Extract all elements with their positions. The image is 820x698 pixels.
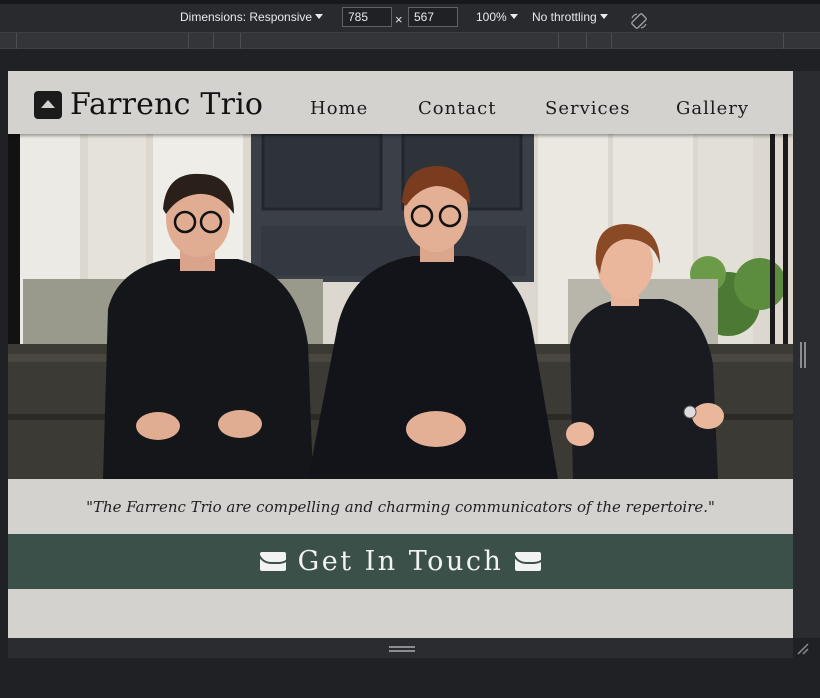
hero-photo (8, 134, 793, 479)
get-in-touch-button[interactable]: Get In Touch (8, 534, 793, 589)
nav-contact[interactable]: Contact (418, 98, 496, 119)
envelope-icon (515, 552, 542, 571)
testimonial-quote: "The Farrenc Trio are compelling and cha… (86, 497, 715, 516)
zoom-dropdown[interactable]: 100% (476, 10, 518, 24)
nav-home[interactable]: Home (310, 98, 368, 119)
rotate-icon[interactable] (630, 12, 648, 30)
corner-resize-icon[interactable] (796, 642, 810, 656)
vertical-resize-grip[interactable] (800, 342, 806, 368)
media-query-ruler[interactable] (0, 32, 820, 50)
height-input[interactable] (408, 7, 458, 27)
horizontal-resize-grip[interactable] (389, 646, 415, 652)
right-resize-rail[interactable] (793, 71, 820, 638)
device-toolbar: Dimensions: Responsive × 100% No throttl… (0, 4, 820, 32)
dimensions-dropdown[interactable]: Dimensions: Responsive (180, 10, 324, 24)
times-separator: × (395, 12, 403, 27)
throttling-dropdown[interactable]: No throttling (532, 10, 608, 24)
zoom-label: 100% (476, 10, 507, 24)
dimensions-label: Dimensions: Responsive (180, 10, 313, 24)
quote-band: "The Farrenc Trio are compelling and cha… (8, 479, 793, 534)
brand-name: Farrenc Trio (70, 87, 264, 122)
emulated-page: Farrenc Trio Home Contact Services Galle… (8, 71, 793, 638)
chevron-down-icon (509, 14, 518, 19)
cta-label: Get In Touch (297, 546, 504, 577)
caret-up-square-icon (34, 90, 62, 119)
nav-services[interactable]: Services (545, 98, 630, 119)
chevron-down-icon (315, 14, 324, 19)
width-input[interactable] (342, 7, 392, 27)
nav-gallery[interactable]: Gallery (676, 98, 749, 119)
chevron-down-icon (599, 14, 608, 19)
site-navbar: Farrenc Trio Home Contact Services Galle… (8, 71, 793, 134)
hero-image (8, 134, 793, 479)
throttling-label: No throttling (532, 10, 597, 24)
brand[interactable]: Farrenc Trio (34, 87, 263, 122)
envelope-icon (259, 552, 286, 571)
